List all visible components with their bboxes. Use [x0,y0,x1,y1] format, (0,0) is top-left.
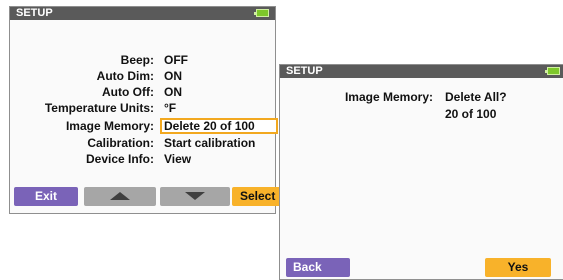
setting-value: Delete 20 of 100 [164,119,255,133]
delete-confirm-screen: SETUP Image Memory: Delete All? 20 of 10… [279,64,563,280]
screen-title: SETUP [286,65,323,77]
setting-value: ON [164,69,182,83]
setting-row-beep[interactable]: Beep: OFF [10,52,280,68]
setting-row-auto-off[interactable]: Auto Off: ON [10,84,280,100]
select-button[interactable]: Select [232,187,284,206]
setting-value: OFF [164,53,188,67]
back-button[interactable]: Back [286,258,350,277]
select-button-label: Select [240,189,276,203]
setting-row-image-memory[interactable]: Image Memory: Delete 20 of 100 [10,118,280,134]
image-memory-label: Image Memory: [344,90,433,104]
setting-value: °F [164,101,177,115]
title-bar: SETUP [10,7,275,20]
back-button-label: Back [293,260,322,274]
yes-button-label: Yes [507,260,529,274]
setting-row-calibration[interactable]: Calibration: Start calibration [10,135,280,151]
image-count: 20 of 100 [445,107,497,121]
setting-row-device-info[interactable]: Device Info: View [10,151,280,167]
title-bar: SETUP [280,65,563,78]
battery-full-icon [254,9,269,17]
screen-title: SETUP [16,7,53,19]
setting-value: View [164,152,192,166]
battery-full-icon [545,67,560,75]
setting-label: Device Info: [85,152,154,166]
up-arrow-icon [110,192,130,200]
exit-button[interactable]: Exit [14,187,78,206]
setting-label: Auto Off: [102,85,154,99]
setup-screen: SETUP Beep: OFF Auto Dim: ON Auto Off: O… [9,6,284,214]
down-button[interactable] [160,187,230,206]
exit-button-label: Exit [34,189,57,203]
setting-row-auto-dim[interactable]: Auto Dim: ON [10,68,280,84]
setting-value: Start calibration [164,136,256,150]
down-arrow-icon [185,192,205,200]
setting-label: Temperature Units: [44,101,154,115]
image-count-row: 20 of 100 [280,106,563,122]
up-button[interactable] [84,187,156,206]
setting-row-temperature-units[interactable]: Temperature Units: °F [10,100,280,116]
setting-label: Beep: [120,53,154,67]
image-memory-row: Image Memory: Delete All? [280,89,563,105]
setting-label: Calibration: [87,136,154,150]
setting-value: ON [164,85,182,99]
delete-all-prompt: Delete All? [445,90,507,104]
setting-label: Auto Dim: [96,69,154,83]
setting-label: Image Memory: [65,119,154,133]
yes-button[interactable]: Yes [485,258,551,277]
